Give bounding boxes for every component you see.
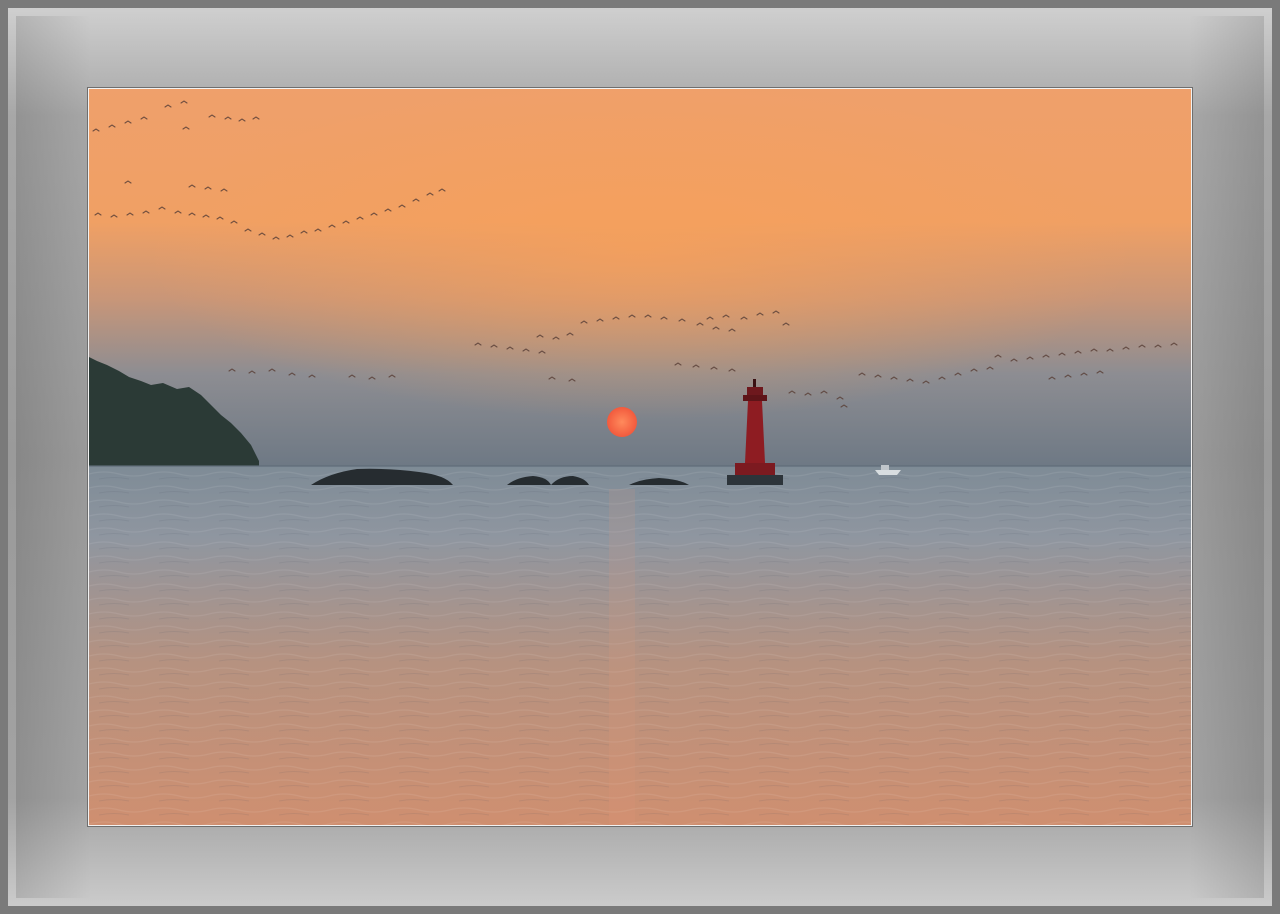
sunset-photo	[88, 88, 1192, 826]
horizon-line	[89, 465, 1191, 467]
sea-ripples	[89, 466, 1191, 825]
setting-sun	[607, 407, 637, 437]
sun-reflection	[609, 489, 635, 825]
sunset-scene	[89, 89, 1191, 825]
sky-glow	[89, 89, 1191, 469]
